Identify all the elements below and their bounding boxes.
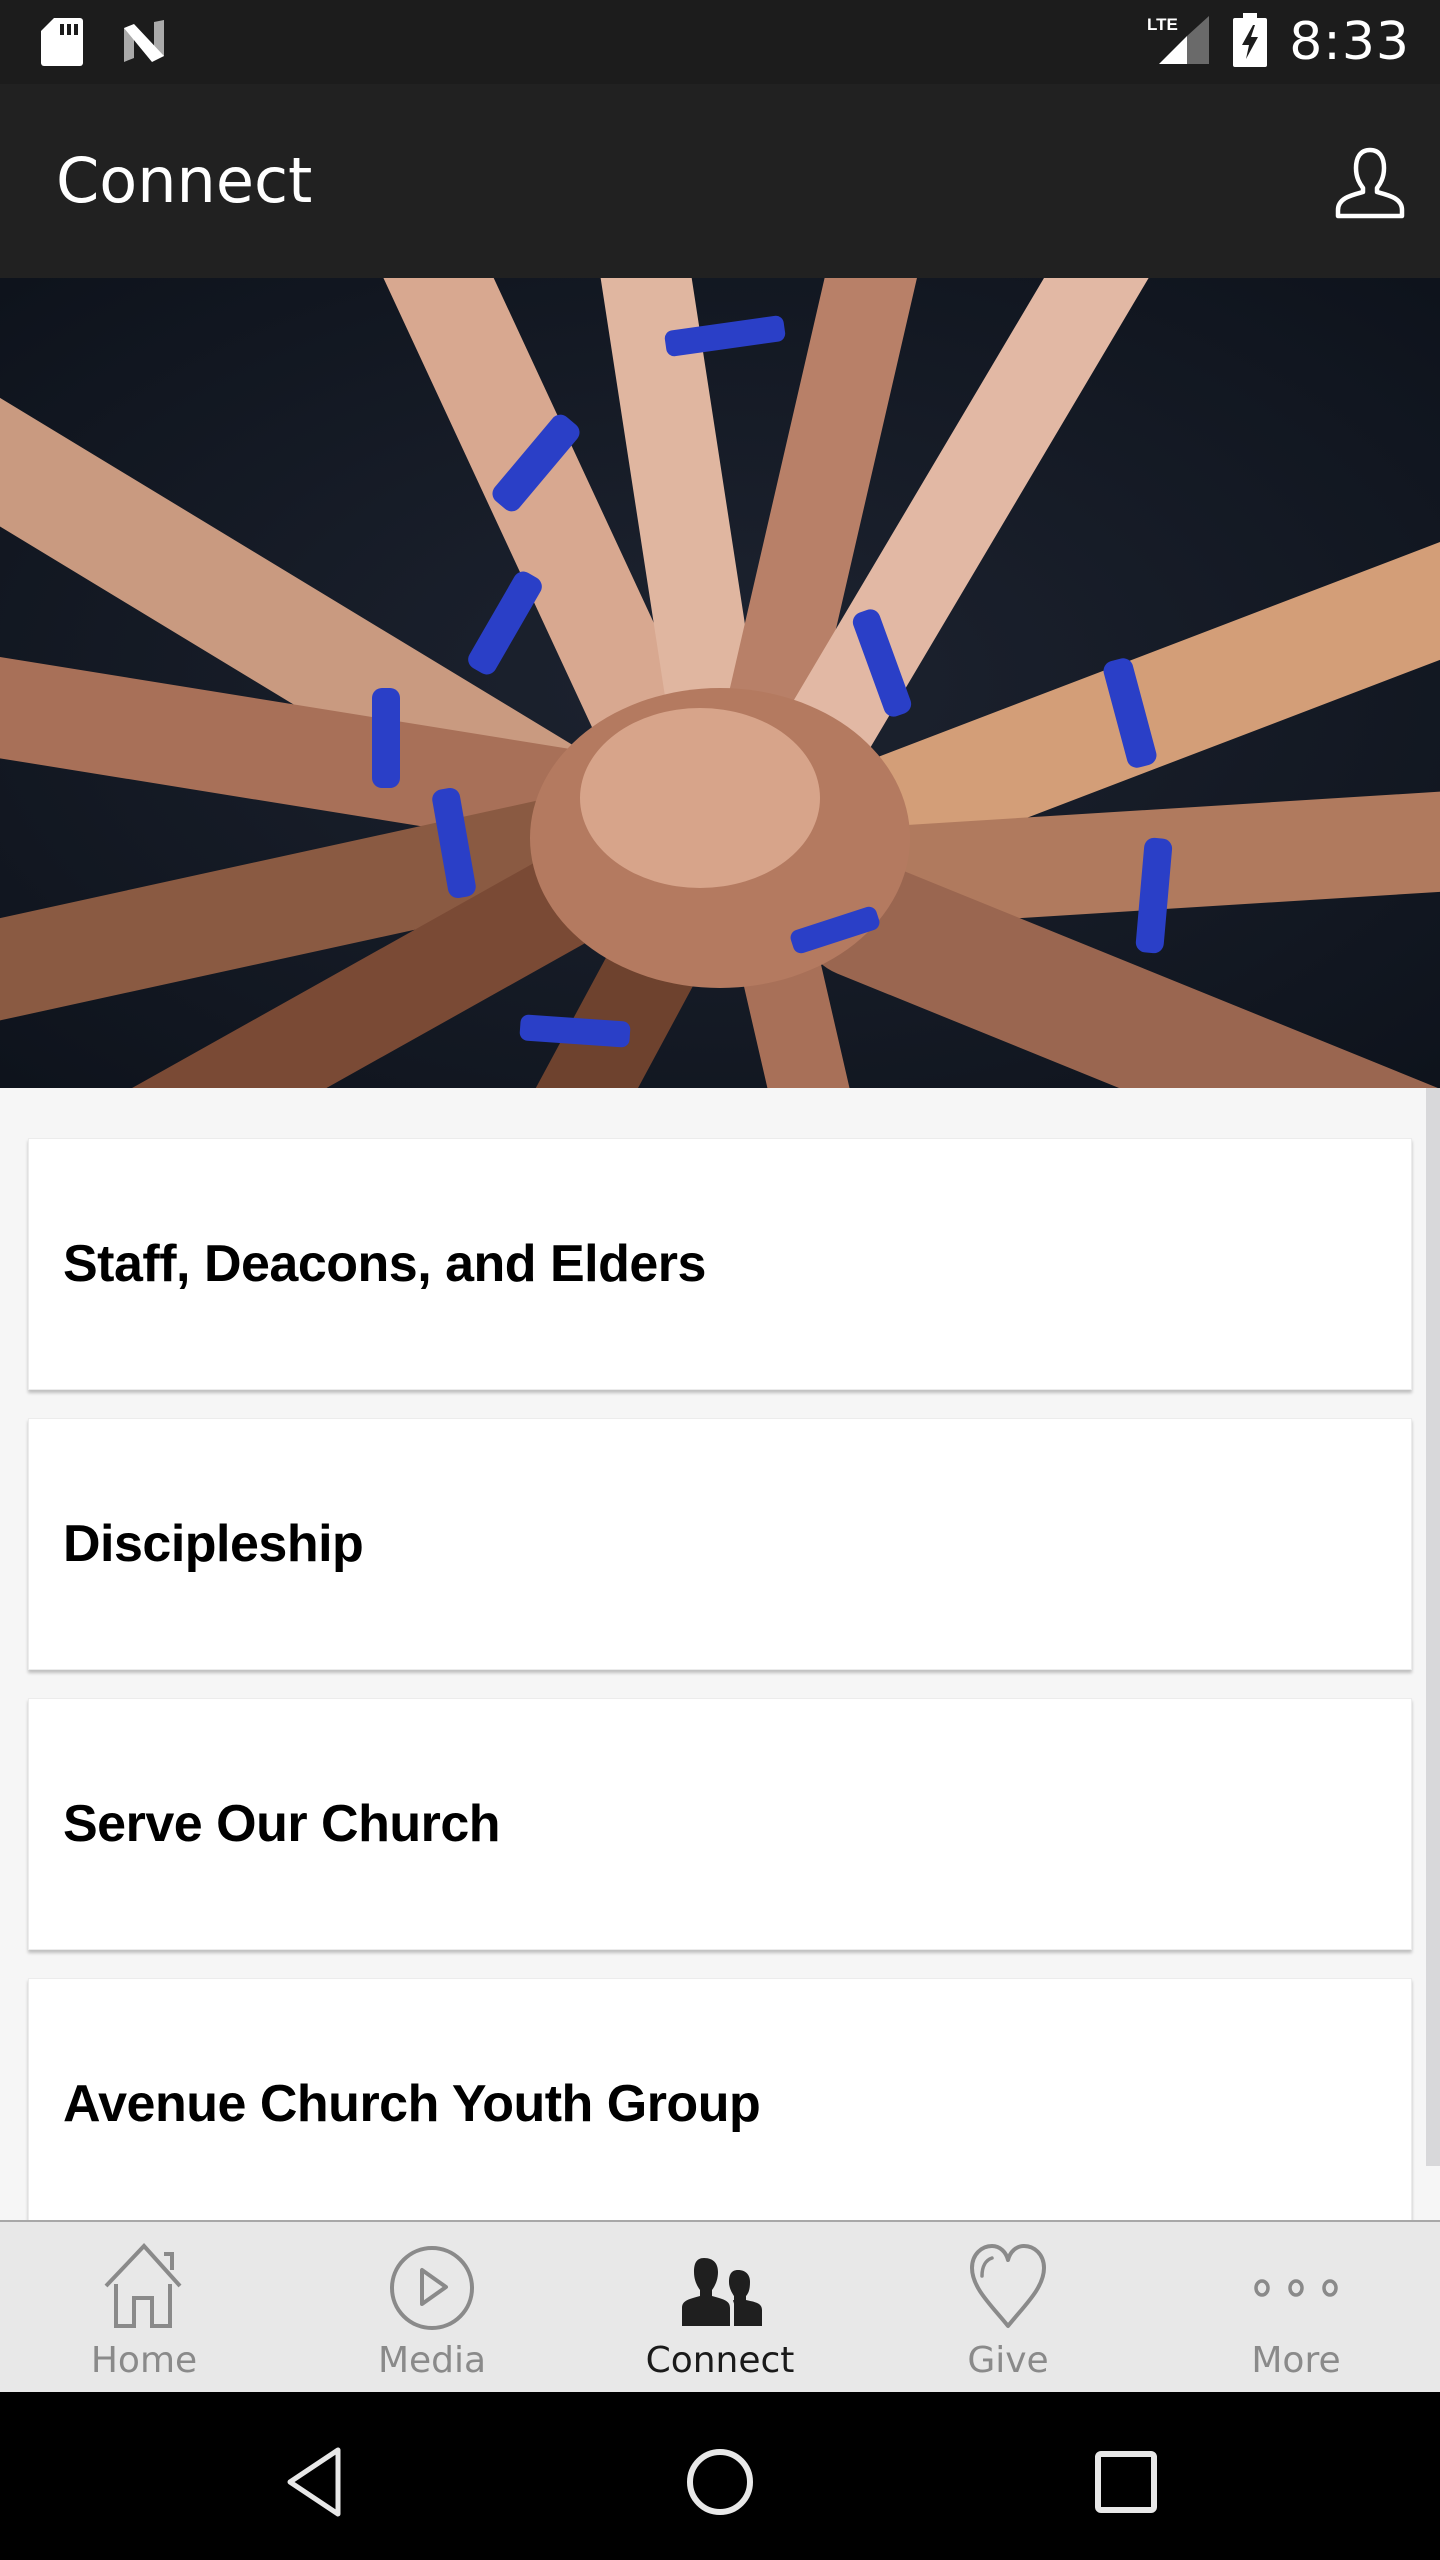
home-system-button[interactable]: [680, 2442, 760, 2522]
tab-home[interactable]: Home: [0, 2222, 288, 2392]
people-icon: [682, 2258, 762, 2328]
play-circle-icon: [390, 2246, 474, 2330]
back-icon: [287, 2447, 341, 2517]
list-item-label: Serve Our Church: [63, 1795, 501, 1853]
android-n-icon: [124, 20, 164, 69]
lte-signal-icon: LTE: [1147, 14, 1211, 71]
app-bar: Connect: [0, 84, 1440, 278]
hands-together-illustration: [0, 278, 1440, 1088]
system-navigation-bar: [0, 2392, 1440, 2560]
tab-more[interactable]: More: [1152, 2222, 1440, 2392]
tab-connect[interactable]: Connect: [576, 2222, 864, 2392]
battery-charging-icon: [1233, 12, 1268, 72]
recents-button[interactable]: [1086, 2442, 1166, 2522]
status-time: 8:33: [1289, 12, 1410, 72]
recents-square-icon: [1095, 2451, 1157, 2513]
bottom-navigation: Home Media Connect Give More: [0, 2220, 1440, 2392]
status-bar: LTE 8:33: [0, 0, 1440, 84]
svg-text:LTE: LTE: [1147, 15, 1178, 34]
connect-list: Staff, Deacons, and Elders Discipleship …: [0, 1088, 1440, 2220]
tab-label: Media: [377, 2340, 487, 2381]
list-item-label: Staff, Deacons, and Elders: [63, 1235, 706, 1293]
scrollbar[interactable]: [1426, 1088, 1440, 2166]
home-icon: [104, 2243, 182, 2328]
more-dots-icon: [1254, 2279, 1338, 2297]
tab-label: Home: [90, 2340, 198, 2381]
home-circle-icon: [687, 2449, 753, 2515]
list-item-staff-deacons-elders[interactable]: Staff, Deacons, and Elders: [28, 1138, 1412, 1390]
heart-icon: [970, 2244, 1046, 2328]
back-button[interactable]: [276, 2442, 356, 2522]
tab-label: More: [1251, 2340, 1341, 2381]
list-item-discipleship[interactable]: Discipleship: [28, 1418, 1412, 1670]
list-item-youth-group[interactable]: Avenue Church Youth Group: [28, 1978, 1412, 2220]
tab-media[interactable]: Media: [288, 2222, 576, 2392]
tab-label: Connect: [645, 2340, 795, 2381]
sd-card-icon: [40, 16, 84, 73]
list-item-label: Discipleship: [63, 1515, 364, 1573]
page-title: Connect: [56, 144, 313, 217]
tab-label: Give: [967, 2340, 1049, 2381]
user-outline-icon: [1335, 147, 1405, 219]
profile-button[interactable]: [1330, 142, 1410, 222]
list-item-label: Avenue Church Youth Group: [63, 2075, 761, 2133]
list-item-serve-our-church[interactable]: Serve Our Church: [28, 1698, 1412, 1950]
tab-give[interactable]: Give: [864, 2222, 1152, 2392]
hero-image: [0, 278, 1440, 1088]
